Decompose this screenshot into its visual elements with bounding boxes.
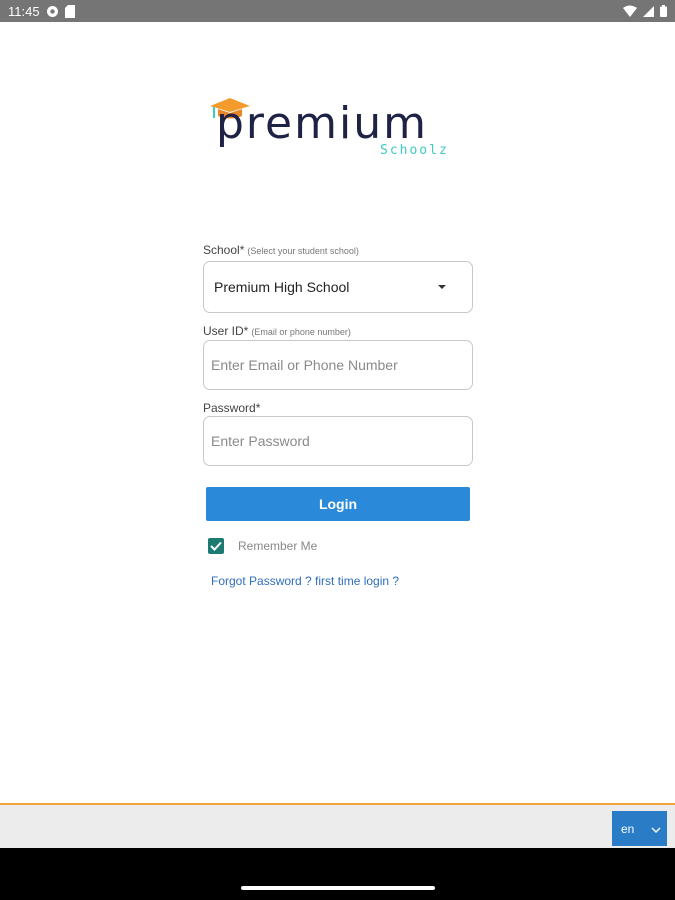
cell-signal-icon bbox=[643, 5, 654, 17]
password-label-text: Password* bbox=[203, 401, 261, 415]
password-label: Password* bbox=[203, 401, 260, 415]
user-id-hint: (Email or phone number) bbox=[251, 327, 351, 337]
battery-icon bbox=[660, 5, 667, 17]
school-hint: (Select your student school) bbox=[247, 246, 359, 256]
home-gesture-handle[interactable] bbox=[241, 886, 435, 890]
dropdown-caret-icon bbox=[438, 285, 446, 289]
remember-me-checkbox[interactable] bbox=[208, 538, 224, 554]
school-label: School* (Select your student school) bbox=[203, 243, 359, 257]
remember-me-label: Remember Me bbox=[238, 539, 318, 553]
school-select[interactable]: Premium High School bbox=[203, 261, 473, 313]
system-navigation-bar bbox=[0, 848, 675, 900]
user-id-label: User ID* (Email or phone number) bbox=[203, 324, 351, 338]
chevron-down-icon bbox=[651, 822, 661, 836]
footer-bar: en bbox=[0, 803, 675, 848]
premium-schoolz-logo: premium Schoolz bbox=[206, 92, 466, 164]
school-label-text: School* bbox=[203, 243, 245, 257]
sd-card-icon bbox=[64, 4, 75, 18]
forgot-password-link[interactable]: Forgot Password ? first time login ? bbox=[211, 574, 399, 588]
login-button[interactable]: Login bbox=[206, 487, 470, 521]
school-selected-value: Premium High School bbox=[214, 279, 350, 295]
status-time: 11:45 bbox=[8, 3, 40, 19]
language-value: en bbox=[621, 821, 635, 836]
user-id-input[interactable] bbox=[203, 340, 473, 390]
remember-me-row[interactable]: Remember Me bbox=[208, 538, 317, 554]
password-input[interactable] bbox=[203, 416, 473, 466]
settings-gear-icon bbox=[46, 5, 59, 18]
status-bar: 11:45 bbox=[0, 0, 675, 22]
language-select[interactable]: en bbox=[612, 811, 667, 846]
wifi-icon bbox=[623, 5, 637, 17]
checkmark-icon bbox=[210, 541, 222, 551]
user-id-label-text: User ID* bbox=[203, 324, 249, 338]
logo-subtitle: Schoolz bbox=[380, 143, 449, 158]
